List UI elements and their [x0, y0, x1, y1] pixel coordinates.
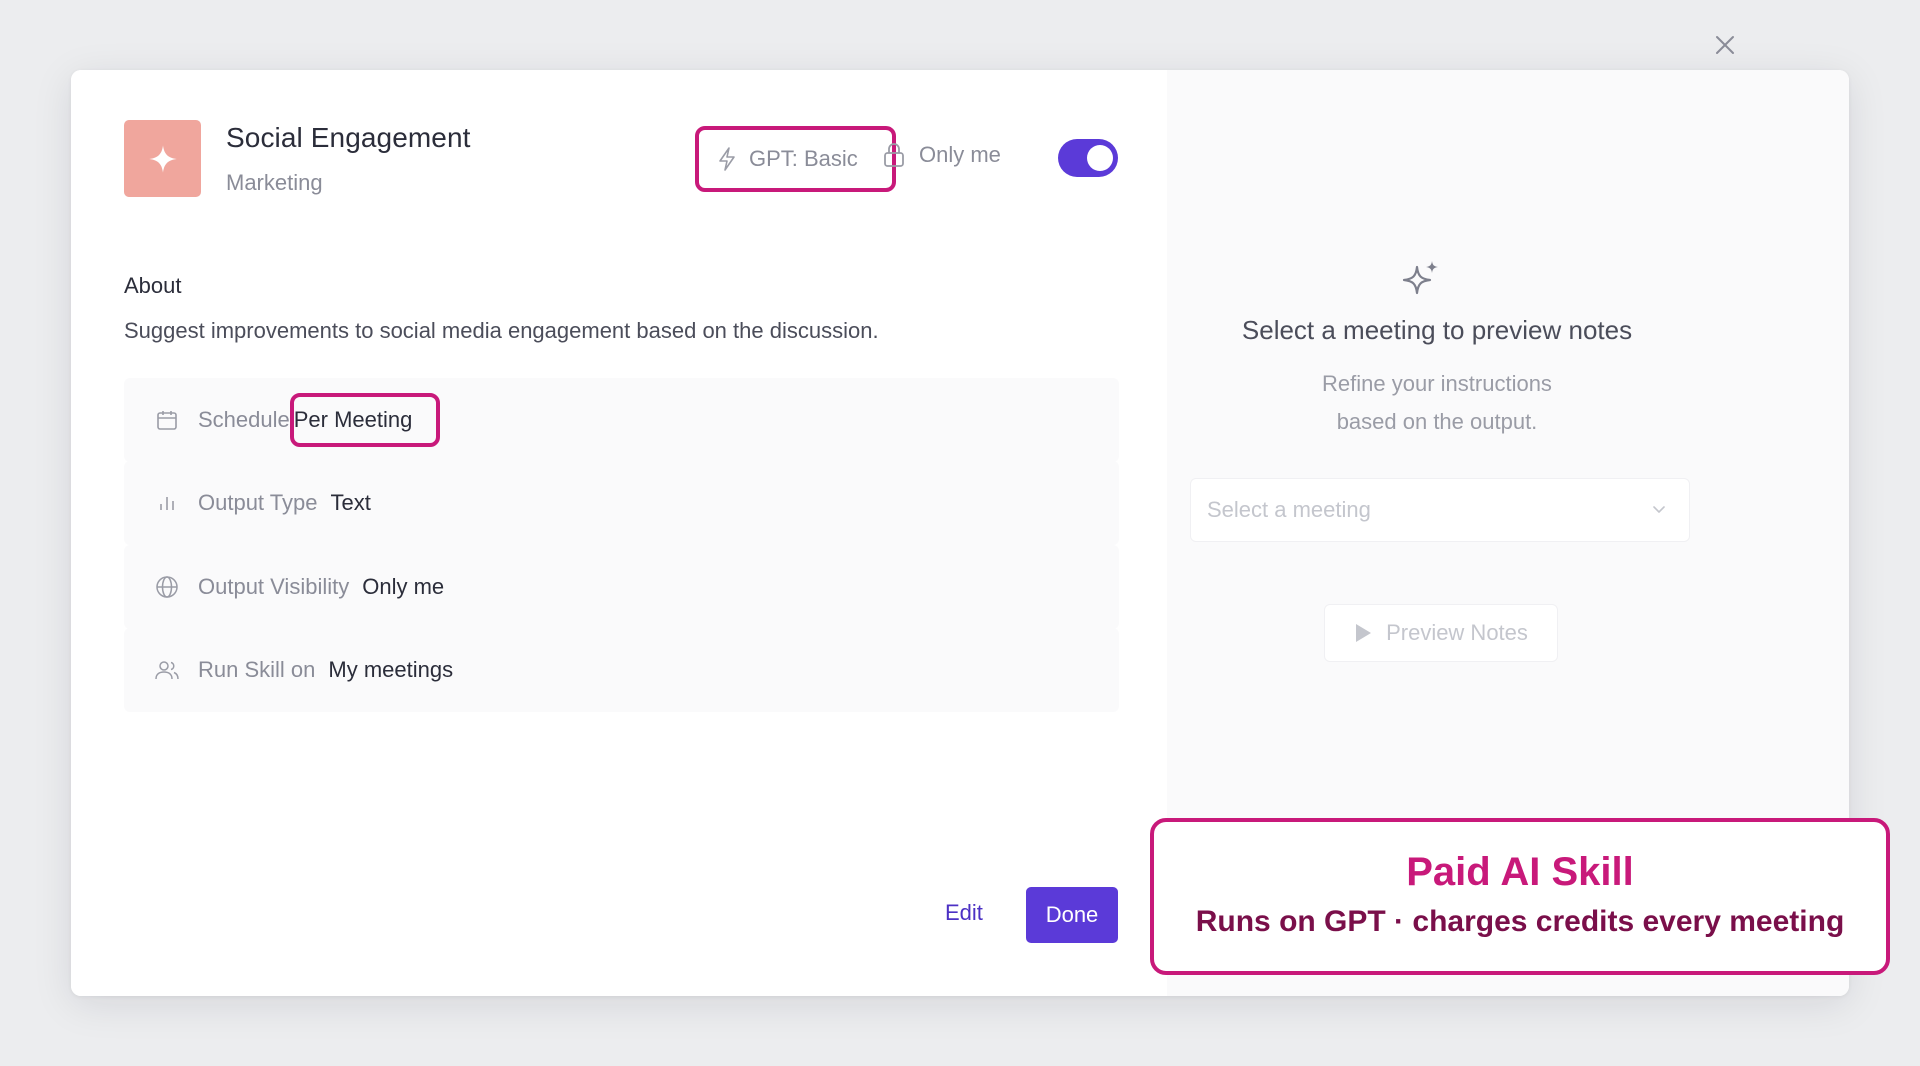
- property-value-run-skill-on[interactable]: My meetings: [328, 657, 453, 683]
- model-chip[interactable]: GPT: Basic: [695, 126, 896, 192]
- toggle-knob: [1087, 145, 1113, 171]
- meeting-select-placeholder: Select a meeting: [1207, 497, 1371, 522]
- preview-notes-button[interactable]: Preview Notes: [1324, 604, 1558, 662]
- property-row-output-type[interactable]: Output Type Text: [124, 461, 1119, 545]
- skill-enabled-toggle[interactable]: [1058, 139, 1118, 177]
- visibility-chip-label: Only me: [919, 142, 1001, 167]
- sparkle-icon: [124, 120, 201, 197]
- meeting-select[interactable]: Select a meeting: [1190, 478, 1690, 542]
- paid-skill-callout: Paid AI Skill Runs on GPT · charges cred…: [1150, 818, 1890, 975]
- skill-title: Social Engagement: [226, 122, 471, 153]
- property-label: Run Skill on: [198, 657, 316, 682]
- close-icon: [1716, 36, 1734, 54]
- property-row-run-skill-on[interactable]: Run Skill on My meetings: [124, 628, 1119, 712]
- property-value-schedule[interactable]: Per Meeting: [289, 393, 441, 447]
- play-icon: [1356, 624, 1372, 642]
- about-heading: About: [124, 273, 182, 298]
- preview-subtitle: Refine your instructions based on the ou…: [1322, 371, 1552, 434]
- callout-title: Paid AI Skill: [1406, 850, 1634, 894]
- globe-icon: [154, 575, 180, 599]
- sparkles-icon: [1399, 258, 1443, 307]
- done-button[interactable]: Done: [1026, 887, 1118, 943]
- preview-title: Select a meeting to preview notes: [1241, 315, 1633, 345]
- edit-button[interactable]: Edit: [945, 900, 983, 926]
- skill-category: Marketing: [226, 170, 323, 195]
- visibility-chip[interactable]: Only me: [883, 142, 1001, 168]
- chevron-down-icon: [1653, 506, 1665, 513]
- property-label: Output Visibility: [198, 574, 350, 599]
- callout-subtitle: Runs on GPT · charges credits every meet…: [1195, 905, 1845, 938]
- bar-chart-icon: [154, 492, 180, 514]
- users-icon: [154, 659, 180, 681]
- property-value-output-visibility[interactable]: Only me: [362, 574, 444, 600]
- preview-notes-label: Preview Notes: [1386, 620, 1528, 645]
- calendar-icon: [154, 409, 180, 431]
- lightning-icon: [719, 147, 735, 171]
- property-label: Output Type: [198, 490, 318, 515]
- skill-details-pane: Social Engagement Marketing GPT: Basic O…: [71, 70, 1167, 996]
- property-row-schedule[interactable]: Schedule Per Meeting: [124, 378, 1119, 462]
- close-button[interactable]: [1710, 30, 1740, 60]
- property-label: Schedule: [198, 407, 290, 432]
- model-chip-label: GPT: Basic: [749, 146, 858, 171]
- property-value-output-type[interactable]: Text: [330, 490, 370, 516]
- lock-icon: [884, 143, 904, 167]
- about-description: Suggest improvements to social media eng…: [124, 318, 879, 343]
- property-row-output-visibility[interactable]: Output Visibility Only me: [124, 545, 1119, 629]
